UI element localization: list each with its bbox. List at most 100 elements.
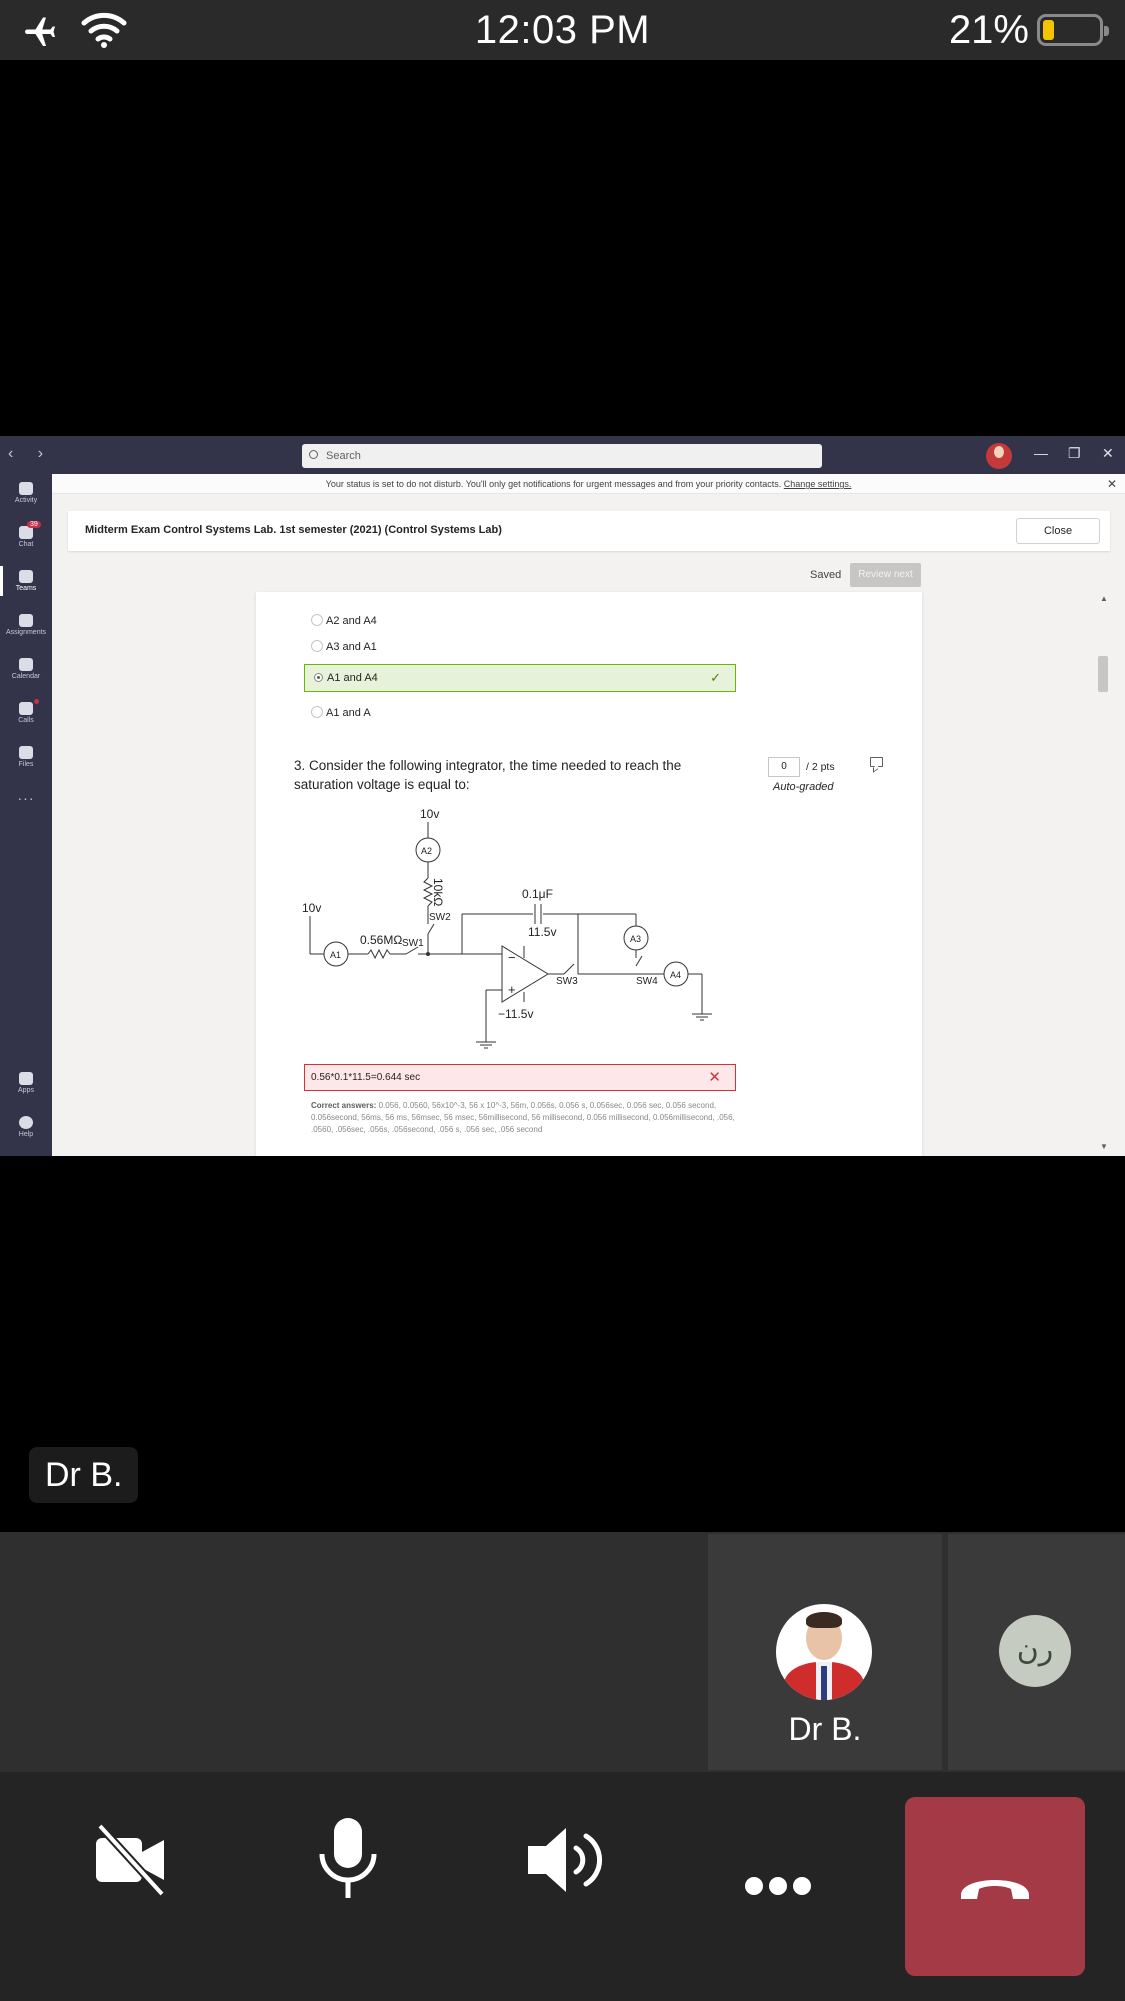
close-window-icon[interactable]: ✕ [1102,445,1114,462]
rail-label: Apps [18,1087,34,1094]
status-bar: 12:03 PM 21% [0,0,1125,60]
label-v-pos: 11.5v [528,925,556,939]
label-a3: A3 [630,934,641,944]
microphone-icon[interactable] [314,1816,382,1902]
chat-badge: 39 [27,521,41,528]
label-v-top: 10v [420,807,439,821]
shared-screen: ‹ › Search — ❐ ✕ Activity 39 Chat Teams A… [0,436,1125,1156]
option-a1-a[interactable]: A1 and A [311,706,371,719]
teams-title-bar: ‹ › Search — ❐ ✕ [0,436,1125,474]
rail-label: Calls [18,717,34,724]
rail-label: Activity [14,497,38,504]
rail-label: Files [18,761,34,768]
avatar [776,1604,872,1700]
camera-off-icon[interactable] [92,1822,168,1898]
avatar[interactable] [986,443,1012,469]
integrator-circuit-diagram: 10v A2 10kΩ 10v 0.1μF SW2 0.56MΩ SW1 A1 … [302,807,712,1049]
question-text: Consider the following integrator, the t… [294,758,682,792]
option-a2-a4[interactable]: A2 and A4 [311,614,377,627]
saved-status: Saved [810,569,842,581]
label-sw3: SW3 [556,976,578,987]
rail-item-files[interactable]: Files [0,746,52,768]
option-a3-a1[interactable]: A3 and A1 [311,640,377,653]
answer-text: 0.56*0.1*11.5=0.644 sec [311,1072,421,1083]
student-answer: 0.56*0.1*11.5=0.644 sec ✕ [304,1064,736,1091]
auto-graded-label: Auto-graded [773,781,834,793]
label-a4: A4 [670,970,681,980]
battery-icon [1037,14,1109,46]
rail-item-help[interactable]: Help [0,1116,52,1138]
question-3: 3. Consider the following integrator, th… [294,756,714,794]
rail-label: Help [18,1131,34,1138]
label-v-neg: −11.5v [498,1007,533,1021]
label-plus: + [508,982,516,997]
correct-answers-label: Correct answers: [311,1101,377,1110]
participant-tile[interactable]: Dr B. [708,1534,942,1770]
radio-icon [311,614,323,626]
correct-answers: Correct answers: 0.056, 0.0560, 56x10^-3… [311,1100,741,1136]
rail-item-calls[interactable]: Calls [0,699,52,724]
help-icon [19,1116,33,1129]
score-input[interactable]: 0 [768,757,800,777]
radio-selected-icon [314,673,323,682]
hang-up-icon [961,1880,1029,1899]
exam-header: Midterm Exam Control Systems Lab. 1st se… [68,511,1110,551]
checkmark-icon: ✓ [710,670,721,685]
label-sw2: SW2 [429,912,451,923]
points-total: / 2 pts [806,761,835,773]
scroll-up-icon[interactable]: ▲ [1100,594,1108,603]
radio-icon [311,640,323,652]
rail-item-activity[interactable]: Activity [0,482,52,504]
label-r-top: 10kΩ [431,878,445,906]
label-sw4: SW4 [636,976,658,987]
participant-initials: ر‌ن [999,1615,1071,1687]
review-next-button[interactable]: Review next [850,563,921,587]
change-settings-link[interactable]: Change settings. [784,479,852,489]
battery-percent: 21% [948,8,1029,52]
label-v-left: 10v [302,901,321,915]
rail-item-assignments[interactable]: Assignments [0,614,52,636]
rail-label: Calendar [11,673,41,680]
apps-icon [19,1072,33,1085]
scroll-down-icon[interactable]: ▼ [1100,1142,1108,1151]
label-a1: A1 [330,950,341,960]
assignments-icon [19,614,33,627]
minimize-icon[interactable]: — [1034,445,1048,461]
option-label: A3 and A1 [326,641,377,653]
option-a1-a4-correct[interactable]: A1 and A4 ✓ [304,664,736,692]
hang-up-button[interactable] [905,1797,1085,1976]
speaker-icon[interactable] [524,1822,604,1898]
teams-icon [19,570,33,583]
rail-item-calendar[interactable]: Calendar [0,658,52,680]
phone-icon [19,702,33,715]
rail-label: Chat [18,541,34,548]
rail-label: Teams [15,585,37,592]
rail-item-chat[interactable]: 39 Chat [0,521,52,548]
nav-arrows[interactable]: ‹ › [8,445,53,463]
more-icon[interactable] [744,1876,812,1896]
restore-icon[interactable]: ❐ [1068,445,1081,462]
rail-item-teams[interactable]: Teams [0,566,52,596]
scrollbar[interactable] [1098,656,1108,692]
close-button[interactable]: Close [1016,518,1100,544]
exam-title: Midterm Exam Control Systems Lab. 1st se… [85,524,502,536]
more-apps-icon[interactable]: ··· [0,790,52,806]
label-capacitor: 0.1μF [522,887,553,901]
dnd-text: Your status is set to do not disturb. Yo… [325,479,782,489]
speaker-name-tag: Dr B. [29,1447,139,1503]
option-label: A1 and A4 [327,672,378,684]
radio-icon [311,706,323,718]
search-icon [309,450,318,459]
incorrect-icon: ✕ [708,1069,721,1086]
search-input[interactable]: Search [302,444,822,468]
question-number: 3. [294,758,306,773]
rail-item-apps[interactable]: Apps [0,1072,52,1094]
calls-dot [34,699,39,704]
participant-name: Dr B. [788,1711,862,1747]
participant-tile[interactable]: ر‌ن [948,1534,1125,1770]
label-r-in: 0.56MΩ [360,933,402,947]
comment-icon[interactable] [870,757,883,767]
dnd-notice: Your status is set to do not disturb. Yo… [52,474,1125,494]
files-icon [19,746,33,759]
dismiss-notice-icon[interactable]: ✕ [1107,474,1117,494]
